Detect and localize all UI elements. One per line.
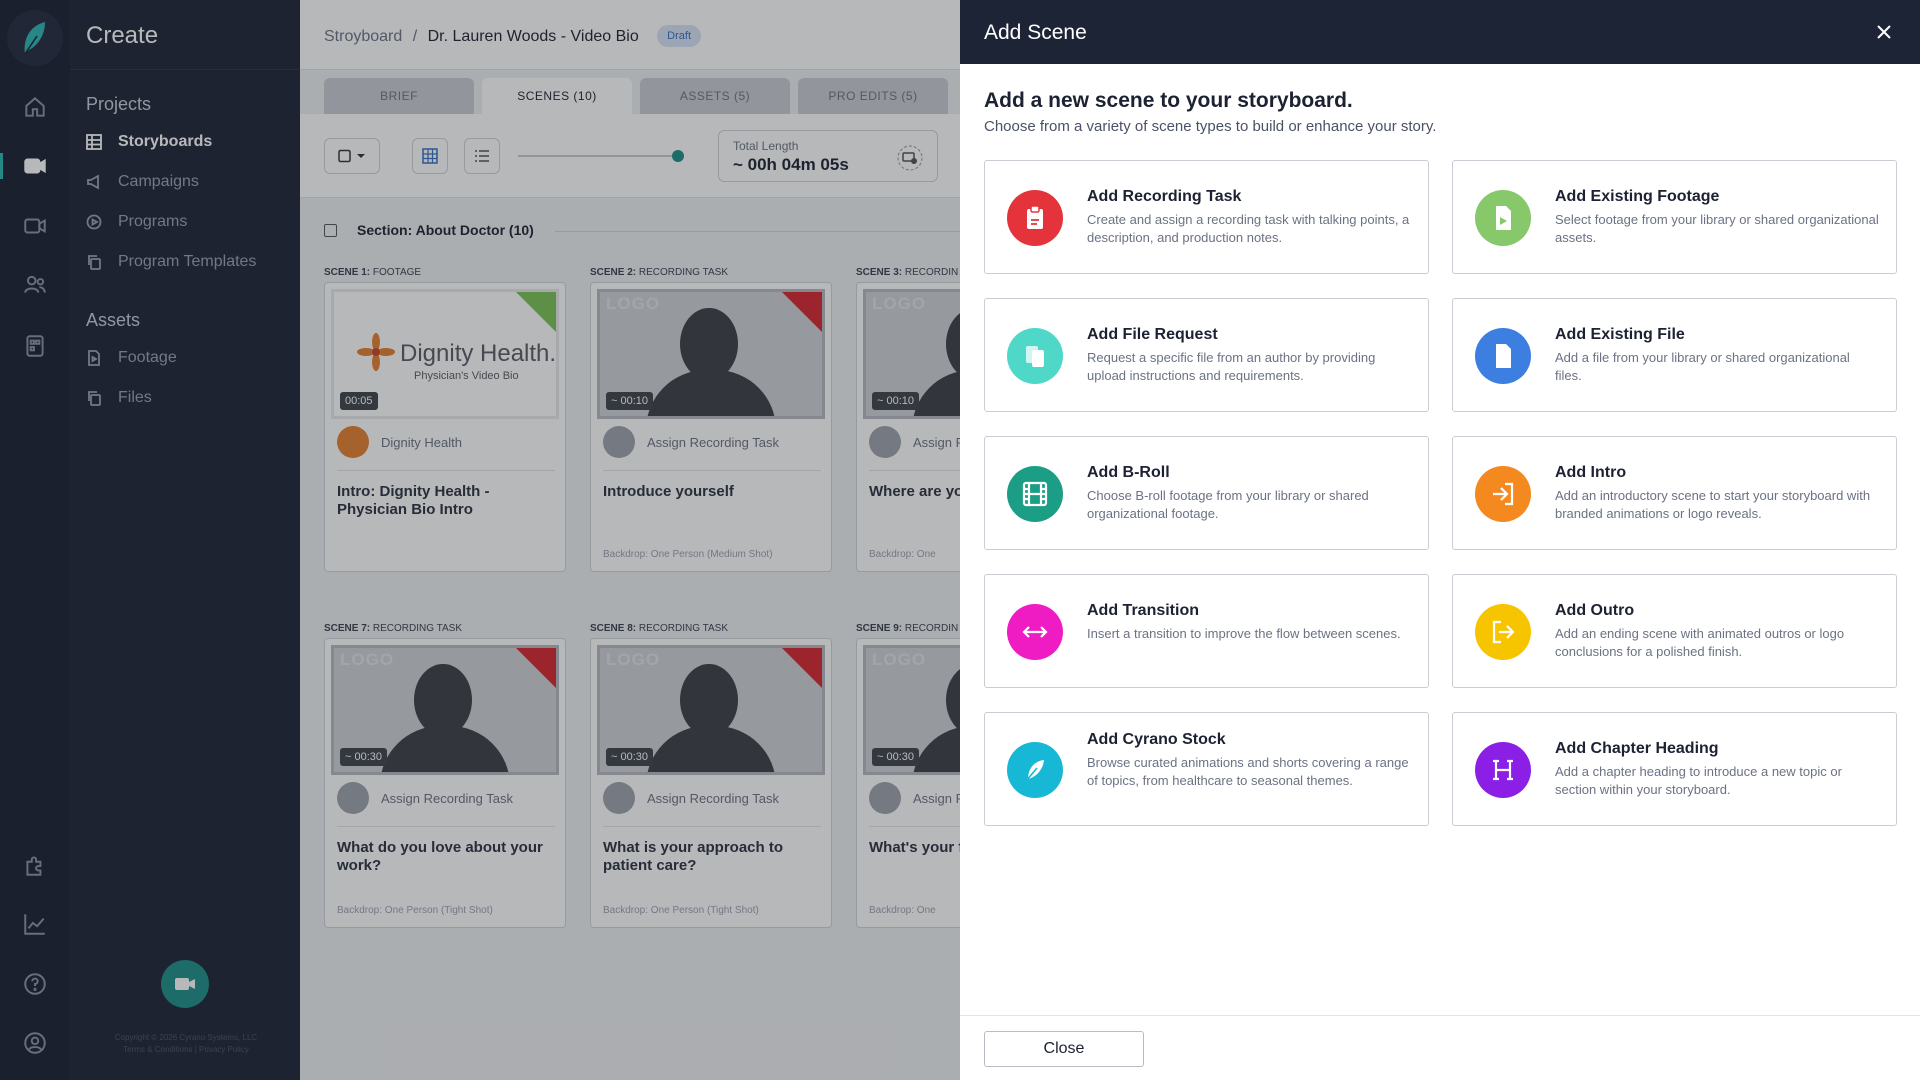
option-add-existing-file[interactable]: Add Existing File Add a file from your l…: [1452, 298, 1897, 412]
film-icon: [1007, 466, 1063, 522]
option-add-b-roll[interactable]: Add B-Roll Choose B-roll footage from yo…: [984, 436, 1429, 550]
panel-footer: Close: [960, 1015, 1920, 1080]
feather-icon: [1007, 742, 1063, 798]
option-title: Add Existing File: [1555, 326, 1685, 343]
option-add-outro[interactable]: Add Outro Add an ending scene with anima…: [1452, 574, 1897, 688]
option-title: Add Intro: [1555, 464, 1627, 481]
option-title: Add Transition: [1087, 602, 1199, 619]
option-description: Choose B-roll footage from your library …: [1087, 488, 1369, 521]
option-description: Select footage from your library or shar…: [1555, 212, 1879, 245]
option-title: Add File Request: [1087, 326, 1218, 343]
clipboard-icon: [1007, 190, 1063, 246]
option-title: Add B-Roll: [1087, 464, 1170, 481]
panel-title: Add Scene: [984, 21, 1087, 44]
heading-h-icon: [1475, 742, 1531, 798]
close-panel-button[interactable]: Close: [984, 1031, 1144, 1067]
option-description: Request a specific file from an author b…: [1087, 350, 1376, 383]
option-description: Add an ending scene with animated outros…: [1555, 626, 1845, 659]
option-add-chapter-heading[interactable]: Add Chapter Heading Add a chapter headin…: [1452, 712, 1897, 826]
arrows-horizontal-icon: [1007, 604, 1063, 660]
option-title: Add Cyrano Stock: [1087, 731, 1226, 748]
option-add-recording-task[interactable]: Add Recording Task Create and assign a r…: [984, 160, 1429, 274]
close-button[interactable]: [1872, 20, 1896, 44]
app-root: Create Projects Storyboards Campaigns Pr…: [0, 0, 1920, 1080]
add-scene-panel: Add Scene Add a new scene to your storyb…: [960, 0, 1920, 1080]
modal-overlay[interactable]: [0, 0, 960, 1080]
option-title: Add Existing Footage: [1555, 188, 1720, 205]
video-file-icon: [1475, 190, 1531, 246]
panel-header: Add Scene: [960, 0, 1920, 64]
close-icon: [1877, 25, 1891, 39]
option-description: Add an introductory scene to start your …: [1555, 488, 1871, 521]
file-request-icon: [1007, 328, 1063, 384]
option-add-existing-footage[interactable]: Add Existing Footage Select footage from…: [1452, 160, 1897, 274]
option-add-transition[interactable]: Add Transition Insert a transition to im…: [984, 574, 1429, 688]
option-add-file-request[interactable]: Add File Request Request a specific file…: [984, 298, 1429, 412]
panel-heading: Add a new scene to your storyboard.: [984, 89, 1353, 112]
option-title: Add Outro: [1555, 602, 1635, 619]
panel-subheading: Choose from a variety of scene types to …: [984, 118, 1437, 135]
option-description: Add a file from your library or shared o…: [1555, 350, 1850, 383]
option-description: Add a chapter heading to introduce a new…: [1555, 764, 1842, 797]
option-description: Browse curated animations and shorts cov…: [1087, 755, 1409, 788]
option-add-cyrano-stock[interactable]: Add Cyrano Stock Browse curated animatio…: [984, 712, 1429, 826]
file-icon: [1475, 328, 1531, 384]
sign-out-icon: [1475, 604, 1531, 660]
sign-in-icon: [1475, 466, 1531, 522]
option-description: Insert a transition to improve the flow …: [1087, 626, 1401, 641]
option-description: Create and assign a recording task with …: [1087, 212, 1410, 245]
option-title: Add Recording Task: [1087, 188, 1242, 205]
option-title: Add Chapter Heading: [1555, 740, 1719, 757]
option-add-intro[interactable]: Add Intro Add an introductory scene to s…: [1452, 436, 1897, 550]
